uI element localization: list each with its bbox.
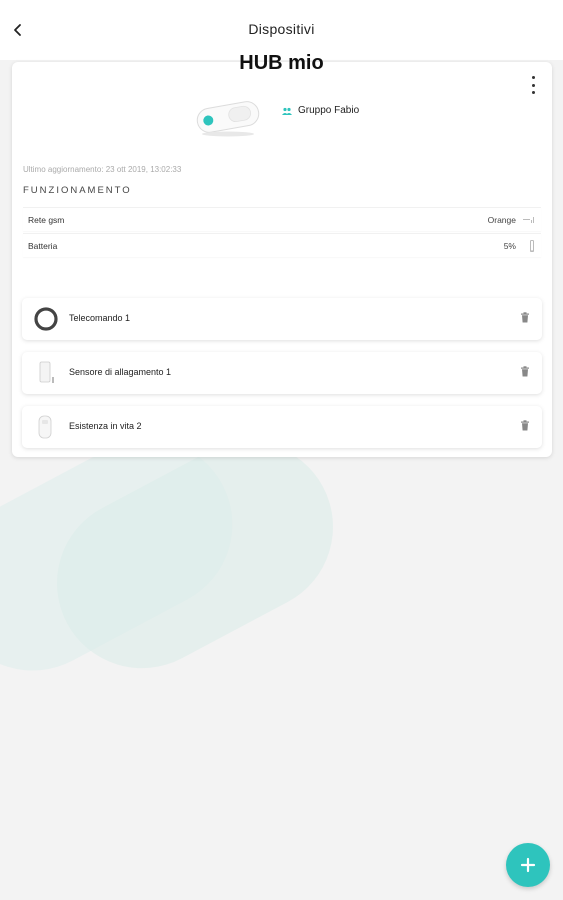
plus-icon — [520, 857, 536, 873]
info-row-label: Batteria — [28, 241, 58, 251]
battery-icon — [530, 240, 534, 252]
device-item[interactable]: Telecomando 1 — [22, 298, 542, 340]
info-row-value: Orange — [487, 215, 516, 225]
dot-icon — [531, 91, 535, 94]
device-name: Esistenza in vita 2 — [69, 421, 142, 431]
page-title: Dispositivi — [248, 21, 315, 37]
kebab-menu-icon[interactable] — [528, 76, 538, 94]
info-row-value: 5% — [503, 241, 516, 251]
device-name: Telecomando 1 — [69, 313, 131, 323]
trash-icon[interactable] — [520, 420, 530, 431]
info-row-gsm: Rete gsm Orange — [23, 207, 541, 231]
device-item[interactable]: Esistenza in vita 2 — [22, 406, 542, 448]
top-bar: Dispositivi — [0, 0, 563, 60]
hub-card — [12, 62, 552, 457]
info-row-battery: Batteria 5% — [23, 233, 541, 257]
info-row-label: Rete gsm — [28, 215, 65, 225]
wearable-sensor-icon — [38, 415, 52, 439]
add-device-button[interactable] — [506, 843, 550, 887]
group-label: Gruppo Fabio — [298, 105, 360, 116]
hub-device-image — [196, 101, 260, 137]
flood-sensor-icon — [39, 361, 54, 383]
dot-icon — [531, 76, 535, 79]
device-name: Sensore di allagamento 1 — [69, 367, 172, 377]
group-people-icon — [282, 107, 292, 115]
signal-icon — [523, 217, 534, 223]
last-update-text: Ultimo aggiornamento: 23 ott 2019, 13:02… — [23, 165, 182, 174]
dot-icon — [531, 83, 535, 87]
trash-icon[interactable] — [520, 312, 530, 323]
hub-name: HUB mio — [239, 52, 324, 74]
section-title: FUNZIONAMENTO — [23, 185, 132, 196]
trash-icon[interactable] — [520, 366, 530, 377]
device-item[interactable]: Sensore di allagamento 1 — [22, 352, 542, 394]
group-tag[interactable]: Gruppo Fabio — [282, 105, 359, 116]
remote-ring-icon — [34, 307, 58, 331]
